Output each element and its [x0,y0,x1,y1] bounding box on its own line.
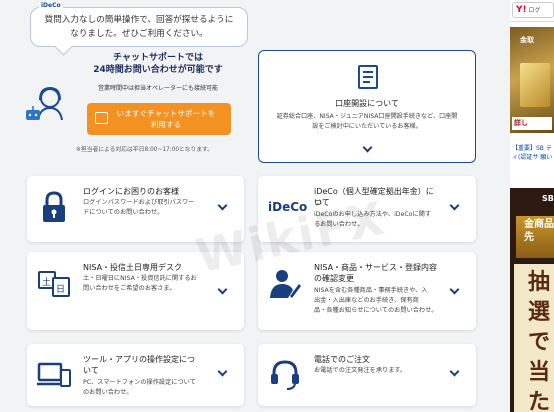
svg-text:土: 土 [42,276,51,288]
chat-button-line-2: 利用する [150,120,182,129]
card-title: NISA・投信土日専用デスク [83,263,183,272]
card-desc-line-2: 問い合わせをご希望のお客さま。 [83,285,176,292]
lottery-gold-text: 金商品先 [516,216,554,258]
card-title-line-2: いて [83,366,99,375]
chevron-down-icon [217,200,228,211]
document-icon [358,65,378,89]
lottery-ad-banner[interactable]: SB 金商品先 抽選で当た [510,188,554,412]
chat-note: ※担当者による対応は平日8:00~17:00となります。 [76,147,214,153]
card-desc-line-1: PC、スマートフォンの操作設定について [83,379,196,386]
card-desc-line-1: お電話での注文発注を承ります。 [314,367,407,374]
chat-title-line-2: 24時間お問い合わせが可能です [93,65,223,75]
phone-order-card[interactable]: 電話でのご注文 お電話での注文発注を承ります。 [258,344,476,406]
card-desc-line-1: ログインパスワードおよび取引パスワー [83,199,195,206]
chat-button-line-1: いますぐチャットサポートを [116,109,216,118]
card-title: 電話でのご注文 [314,355,370,364]
chat-bubble-icon [95,112,108,124]
card-desc-line-2: 出金・入出庫などのお手続き、保有商 [314,297,419,304]
card-desc-line-2: のお問い合わせ。 [83,389,133,396]
tooltip-line-2: なりました。ぜひご利用ください。 [70,29,208,39]
chat-title-line-1: チャットサポートでは [113,53,203,63]
card-title-line-2: の確認変更 [314,274,354,283]
chevron-down-icon [217,366,228,377]
lottery-header: SB [542,194,554,203]
gold-ad-title: 金取 [520,36,534,44]
svg-text:日: 日 [56,284,65,295]
chevron-down-icon [449,284,460,295]
lock-icon [43,191,65,222]
chat-support-button[interactable]: いますぐチャットサポートを 利用する [87,103,231,135]
chat-support-panel: チャットサポートでは 24時間お問い合わせが可能です 営業時間中は担当オペレータ… [72,52,244,162]
account-opening-desc-2: 設をご検討中にいただいているお客様。 [312,123,422,130]
user-edit-icon [270,270,301,298]
card-desc-line-1: NISAを含む各種商品・事務手続きや、入 [314,287,428,294]
main-content: 質問入力なしの簡単操作で、回答が探せるように なりました。ぜひご利用ください。 … [0,0,500,412]
chevron-down-icon [362,142,373,153]
yahoo-logo-icon: Y! [516,5,527,15]
card-title-line-1: NISA・商品・サービス・登録内容 [314,263,438,272]
card-title: ログインにお困りのお客様 [83,187,179,196]
card-desc-line-3: 品・各種お知らせについてのお問い合わせ。 [314,307,438,314]
yahoo-login-label: ログ [528,7,541,14]
devices-icon [37,362,71,387]
operator-icon [26,86,63,121]
tooltip-tag: iDeCo [39,2,63,9]
gold-ad-button[interactable]: 詳し [512,117,552,130]
tooltip-line-1: 質問入力なしの簡単操作で、回答が探せるように [44,15,234,25]
gold-ad-banner[interactable]: 金取 詳し [510,27,554,133]
card-desc-line-1: 土・日曜日にNISA・投資信託に関するお [83,275,197,282]
chat-hours: 営業時間中は担当オペレーターにも接続可能 [97,85,218,92]
yahoo-login-tab[interactable]: Y! ログ [512,2,554,18]
account-opening-desc-1: 証券総合口座、NISA・ジュニアNISA口座開設手続きなど、口座開 [276,113,458,120]
chat-tooltip: 質問入力なしの簡単操作で、回答が探せるように なりました。ぜひご利用ください。 [30,7,248,47]
account-opening-title: 口座開設について [335,99,399,108]
chevron-down-icon [217,284,228,295]
account-opening-card[interactable]: 口座開設について 証券総合口座、NISA・ジュニアNISA口座開設手続きなど、口… [258,50,476,163]
card-desc-line-2: ドについてのお問い合わせ。 [83,209,164,216]
lottery-big-text: 抽選で当た [514,264,554,412]
headset-icon [271,360,299,390]
calendar-icon: 土 日 [38,271,70,297]
chevron-down-icon [449,200,460,211]
chevron-down-icon [449,366,460,377]
card-title-line-1: ツール・アプリの操作設定につ [83,355,195,364]
important-notice-link[interactable]: 【重要】SB ティ(認証サ 願い [512,144,554,162]
gold-bar-image [520,63,550,107]
tools-apps-card[interactable]: ツール・アプリの操作設定につ いて PC、スマートフォンの操作設定について のお… [27,344,244,406]
